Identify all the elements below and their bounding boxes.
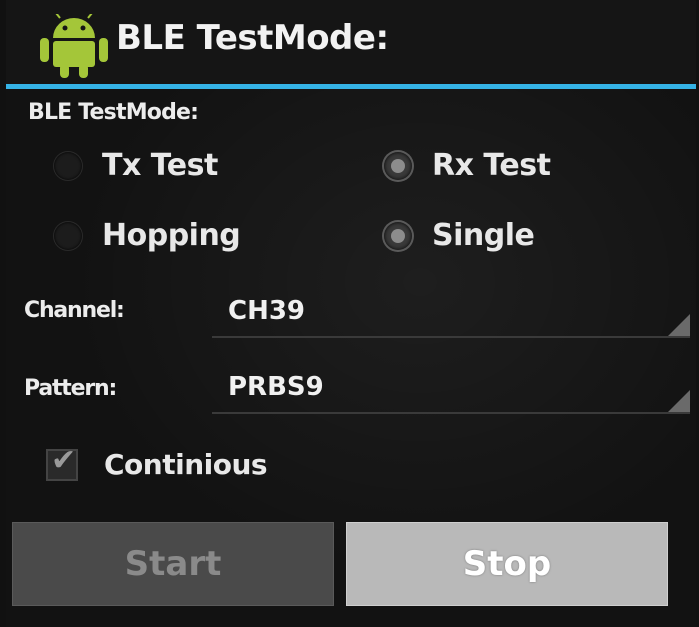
screen: BLE TestMode: BLE TestMode: Tx Test Rx T… xyxy=(6,0,696,627)
section-label: BLE TestMode: xyxy=(28,100,199,125)
start-button[interactable]: Start xyxy=(12,522,334,606)
pattern-value: PRBS9 xyxy=(228,372,324,402)
dropdown-caret-icon xyxy=(668,314,690,336)
radio-tx-test[interactable]: Tx Test xyxy=(54,148,218,183)
app-title: BLE TestMode: xyxy=(116,18,389,58)
radio-hopping[interactable]: Hopping xyxy=(54,218,241,253)
radio-rx-test[interactable]: Rx Test xyxy=(384,148,551,183)
pattern-spinner[interactable]: PRBS9 xyxy=(212,368,690,414)
title-bar: BLE TestMode: xyxy=(6,0,696,88)
radio-single[interactable]: Single xyxy=(384,218,535,253)
stop-button[interactable]: Stop xyxy=(346,522,668,606)
radio-label-single: Single xyxy=(432,218,535,253)
title-underline xyxy=(6,84,696,89)
checkmark-icon: ✔ xyxy=(51,442,77,478)
channel-spinner[interactable]: CH39 xyxy=(212,292,690,338)
channel-label: Channel: xyxy=(24,298,125,323)
android-icon xyxy=(40,14,108,78)
pattern-label: Pattern: xyxy=(24,376,117,401)
radio-button-hopping[interactable] xyxy=(54,221,82,250)
radio-button-tx-test[interactable] xyxy=(54,151,82,180)
continuous-checkbox[interactable]: ✔ xyxy=(46,443,78,481)
radio-button-rx-test[interactable] xyxy=(384,151,412,180)
radio-button-single[interactable] xyxy=(384,221,412,250)
continuous-checkbox-row[interactable]: ✔ Continious xyxy=(46,443,268,481)
dropdown-caret-icon xyxy=(668,390,690,412)
radio-label-tx-test: Tx Test xyxy=(102,148,218,183)
channel-value: CH39 xyxy=(228,296,306,326)
radio-label-rx-test: Rx Test xyxy=(432,148,551,183)
continuous-label: Continious xyxy=(104,448,268,481)
radio-label-hopping: Hopping xyxy=(102,218,241,253)
